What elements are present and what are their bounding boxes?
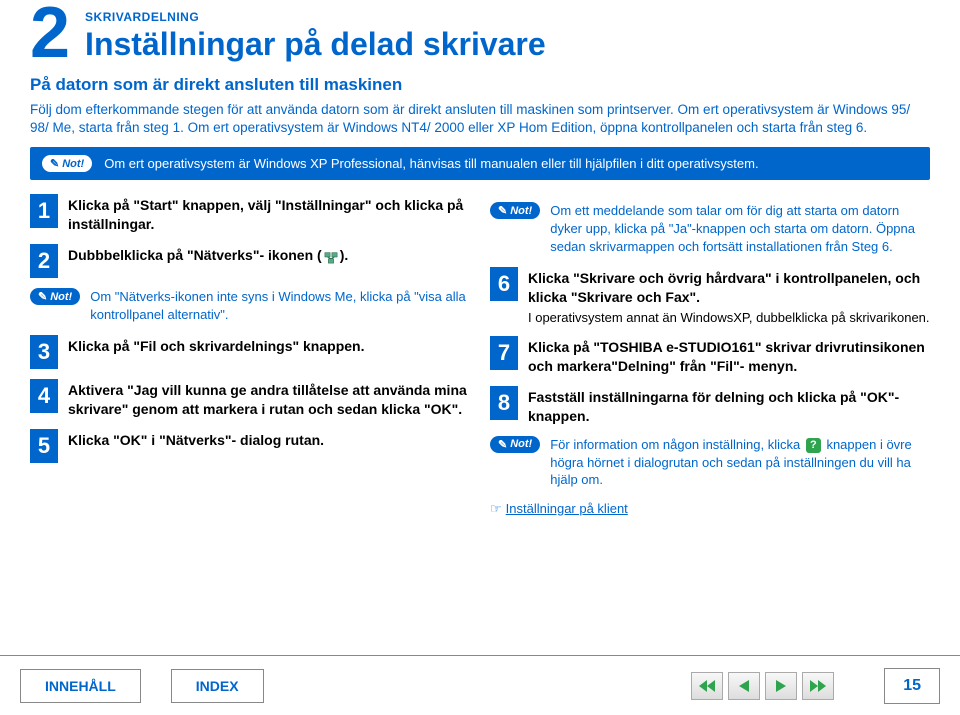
step-subtext: I operativsystem annat än WindowsXP, dub… (528, 309, 930, 327)
step-text: Klicka på "TOSHIBA e-STUDIO161" skrivar … (528, 336, 930, 376)
step-number: 8 (490, 386, 518, 420)
step-number: 4 (30, 379, 58, 413)
note-badge: ✎ Not! (490, 202, 540, 219)
step-6: 6 Klicka "Skrivare och övrig hårdvara" i… (490, 267, 930, 326)
pencil-icon: ✎ (38, 290, 47, 303)
step-number: 2 (30, 244, 58, 278)
step-text: Klicka "OK" i "Nätverks"- dialog rutan. (68, 429, 324, 450)
left-note-text: Om "Nätverks-ikonen inte syns i Windows … (90, 288, 470, 323)
step-text: Klicka "Skrivare och övrig hårdvara" i k… (528, 267, 930, 307)
pencil-icon: ✎ (498, 438, 507, 451)
network-icon (324, 250, 338, 264)
step-3: 3 Klicka på "Fil och skrivardelnings" kn… (30, 335, 470, 369)
step-text: Aktivera "Jag vill kunna ge andra tillåt… (68, 379, 470, 419)
step-text: Klicka på "Fil och skrivardelnings" knap… (68, 335, 364, 356)
step-number: 3 (30, 335, 58, 369)
link-row: ☞ Inställningar på klient (490, 501, 930, 517)
left-note: ✎ Not! Om "Nätverks-ikonen inte syns i W… (30, 288, 470, 323)
first-page-button[interactable] (691, 672, 723, 700)
step-number: 6 (490, 267, 518, 301)
prev-page-button[interactable] (728, 672, 760, 700)
section-label: SKRIVARDELNING (85, 10, 930, 24)
contents-button[interactable]: INNEHÅLL (20, 669, 141, 703)
nav-arrows (691, 672, 834, 700)
right-note-2: ✎ Not! För information om någon inställn… (490, 436, 930, 489)
right-note-1: ✎ Not! Om ett meddelande som talar om fö… (490, 202, 930, 255)
step-7: 7 Klicka på "TOSHIBA e-STUDIO161" skriva… (490, 336, 930, 376)
step-text: Klicka på "Start" knappen, välj "Inställ… (68, 194, 470, 234)
step-number: 5 (30, 429, 58, 463)
chapter-number: 2 (30, 5, 70, 63)
page-number: 15 (884, 668, 940, 704)
step-5: 5 Klicka "OK" i "Nätverks"- dialog rutan… (30, 429, 470, 463)
step-8: 8 Fastställ inställningarna för delning … (490, 386, 930, 426)
pencil-icon: ✎ (498, 204, 507, 217)
step-text: Dubbbelklicka på "Nätverks"- ikonen (). (68, 244, 348, 265)
footer: INNEHÅLL INDEX 15 (0, 655, 960, 715)
last-page-button[interactable] (802, 672, 834, 700)
note-badge: ✎ Not! (490, 436, 540, 453)
help-icon: ? (806, 438, 821, 453)
note-badge: ✎ Not! (30, 288, 80, 305)
page-title: Inställningar på delad skrivare (85, 26, 930, 63)
subtitle: På datorn som är direkt ansluten till ma… (30, 75, 930, 95)
step-text: Fastställ inställningarna för delning oc… (528, 386, 930, 426)
step-1: 1 Klicka på "Start" knappen, välj "Instä… (30, 194, 470, 234)
right-note2-text: För information om någon inställning, kl… (550, 436, 930, 489)
step-number: 1 (30, 194, 58, 228)
right-note1-text: Om ett meddelande som talar om för dig a… (550, 202, 930, 255)
note-badge: ✎ Not! (42, 155, 92, 172)
pencil-icon: ✎ (50, 157, 59, 170)
index-button[interactable]: INDEX (171, 669, 264, 703)
next-page-button[interactable] (765, 672, 797, 700)
right-column: ✎ Not! Om ett meddelande som talar om fö… (490, 194, 930, 516)
step-4: 4 Aktivera "Jag vill kunna ge andra till… (30, 379, 470, 419)
step-number: 7 (490, 336, 518, 370)
step-2: 2 Dubbbelklicka på "Nätverks"- ikonen ()… (30, 244, 470, 278)
left-column: 1 Klicka på "Start" knappen, välj "Instä… (30, 194, 470, 516)
client-settings-link[interactable]: Inställningar på klient (506, 501, 628, 516)
top-note-text: Om ert operativsystem är Windows XP Prof… (104, 156, 758, 171)
top-note-bar: ✎ Not! Om ert operativsystem är Windows … (30, 147, 930, 180)
intro-text: Följ dom efterkommande stegen för att an… (30, 101, 930, 137)
pointing-hand-icon: ☞ (490, 501, 502, 516)
